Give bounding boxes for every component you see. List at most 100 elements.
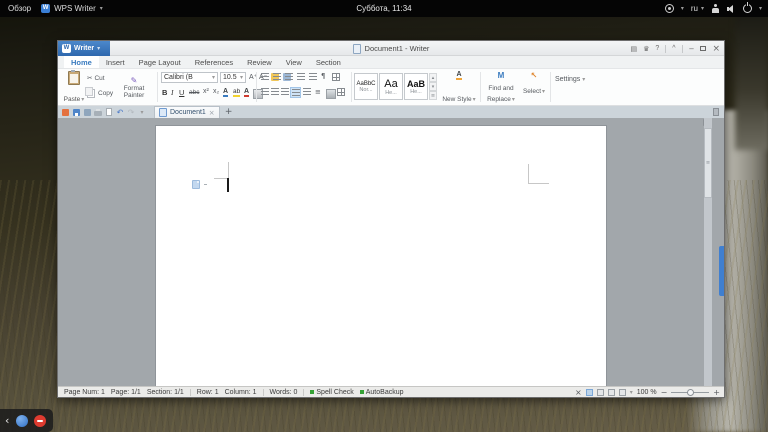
bullets-button[interactable] [261,73,269,80]
justify-button[interactable] [290,87,301,98]
redo-button[interactable]: ↷ [127,107,135,117]
subscript-button[interactable]: x₂ [213,88,219,95]
save-button[interactable] [72,107,80,117]
settings-button[interactable]: Settings ▾ [555,76,585,83]
tab-view[interactable]: View [279,56,309,68]
outline-view-button[interactable] [608,389,615,396]
customize-toolbar-button[interactable]: ▾ [138,107,146,117]
collapse-ribbon-icon[interactable] [712,107,720,117]
print-preview-button[interactable] [105,107,113,117]
fit-page-button[interactable]: × [575,388,582,397]
align-right-button[interactable] [281,88,289,95]
text-direction-button[interactable] [309,73,317,80]
zoom-in-button[interactable]: + [713,388,720,397]
paste-options-icon[interactable] [192,180,200,189]
font-family-select[interactable]: Calibri (B ▾ [161,72,218,83]
tab-page-layout[interactable]: Page Layout [132,56,188,68]
tab-section[interactable]: Section [309,56,348,68]
copy-button[interactable]: Copy [87,89,113,98]
tab-review[interactable]: Review [240,56,279,68]
format-painter-button[interactable]: ✎ Format Painter [114,71,154,103]
increase-indent-button[interactable] [297,73,305,80]
status-indicator-icon[interactable] [665,4,674,13]
new-style-button[interactable]: A New Style ▾ [440,71,478,103]
print-button[interactable] [94,107,102,117]
power-icon[interactable] [743,4,752,13]
zoom-slider[interactable] [671,392,709,393]
font-color-button[interactable]: A [223,88,228,97]
superscript-button[interactable]: x² [203,88,209,95]
styles-scroll-up[interactable]: ▴ [429,73,437,82]
close-button[interactable]: × [712,44,720,54]
paste-button[interactable]: Paste ▾ [62,71,86,103]
spell-check-toggle[interactable]: Spell Check [310,389,353,396]
undo-button[interactable]: ↶ [116,107,124,117]
chevron-down-icon: ▾ [240,74,243,81]
status-words[interactable]: Words: 0 [270,389,298,396]
web-layout-view-button[interactable] [597,389,604,396]
tab-home[interactable]: Home [64,56,99,68]
tab-references[interactable]: References [188,56,240,68]
style-heading2[interactable]: AaB He... [404,73,428,100]
writer-menu-tab[interactable]: W Writer ▾ [58,41,110,56]
scrollbar-thumb[interactable]: ≡ [704,128,712,198]
distribute-button[interactable] [303,88,311,95]
shading-button[interactable] [326,89,336,99]
layout-switch-icon[interactable]: ▤ [630,45,637,53]
overlay-dock: ‹ [0,409,53,432]
maximize-button[interactable] [700,46,706,51]
style-normal[interactable]: AaBbC Nor... [354,73,378,100]
numbering-button[interactable] [273,73,281,80]
autobackup-label: AutoBackup [366,389,404,396]
minimize-button[interactable]: − [689,45,695,53]
zoom-value[interactable]: 100 % [637,389,657,396]
export-pdf-button[interactable] [83,107,91,117]
collapse-ribbon-button[interactable]: ^ [672,45,675,52]
styles-more[interactable]: ≡ [429,91,437,100]
status-page: Page: 1/1 [111,389,141,396]
style-heading1[interactable]: Aa He... [379,73,403,100]
italic-button[interactable]: I [171,88,174,97]
task-pane-handle[interactable] [719,246,724,296]
cut-button[interactable]: ✂ Cut [87,74,105,82]
autobackup-toggle[interactable]: AutoBackup [360,389,404,396]
find-replace-button[interactable]: M Find and Replace ▾ [484,71,518,103]
help-button[interactable]: ? [655,45,659,52]
highlight-color-button[interactable]: ab [233,88,240,97]
menu-button[interactable] [61,107,69,117]
zoom-slider-thumb[interactable] [687,389,694,396]
keyboard-layout-menu[interactable]: ru ▾ [691,4,704,13]
full-screen-view-button[interactable] [619,389,626,396]
styles-scroll-down[interactable]: ▾ [429,82,437,91]
sort-button[interactable] [332,73,340,81]
document-tab[interactable]: Document1 × [154,106,220,118]
borders-button[interactable] [337,88,345,96]
zoom-out-button[interactable]: − [661,388,668,397]
align-center-button[interactable] [271,88,279,95]
underline-button[interactable]: U [179,88,184,97]
print-layout-view-button[interactable] [586,389,593,396]
tab-insert[interactable]: Insert [99,56,132,68]
document-area[interactable]: ≡ [58,118,724,386]
premium-icon[interactable]: ♛ [643,45,649,53]
collapse-dock-button[interactable]: ‹ [5,416,9,426]
dock-blue-icon[interactable] [16,415,28,427]
char-color-button[interactable]: A [244,88,249,97]
align-left-button[interactable] [261,88,269,95]
bold-button[interactable]: B [162,88,167,97]
line-spacing-button[interactable]: ≡ [315,88,321,96]
font-size-select[interactable]: 10.5 ▾ [220,72,246,83]
new-style-label: New Style [442,96,471,103]
decrease-indent-button[interactable] [285,73,293,80]
new-tab-button[interactable]: + [225,107,233,117]
document-page[interactable] [156,126,606,386]
show-marks-button[interactable]: ¶ [321,72,325,80]
accessibility-icon[interactable] [711,4,720,14]
select-button[interactable]: ↖ Select ▾ [521,71,547,95]
close-tab-icon[interactable]: × [209,109,215,117]
strikethrough-button[interactable]: abc [189,89,199,96]
clock[interactable]: Суббота, 11:34 [0,4,768,13]
do-not-disturb-icon[interactable] [34,415,46,427]
copy-label: Copy [98,90,113,97]
volume-icon[interactable] [727,4,736,14]
